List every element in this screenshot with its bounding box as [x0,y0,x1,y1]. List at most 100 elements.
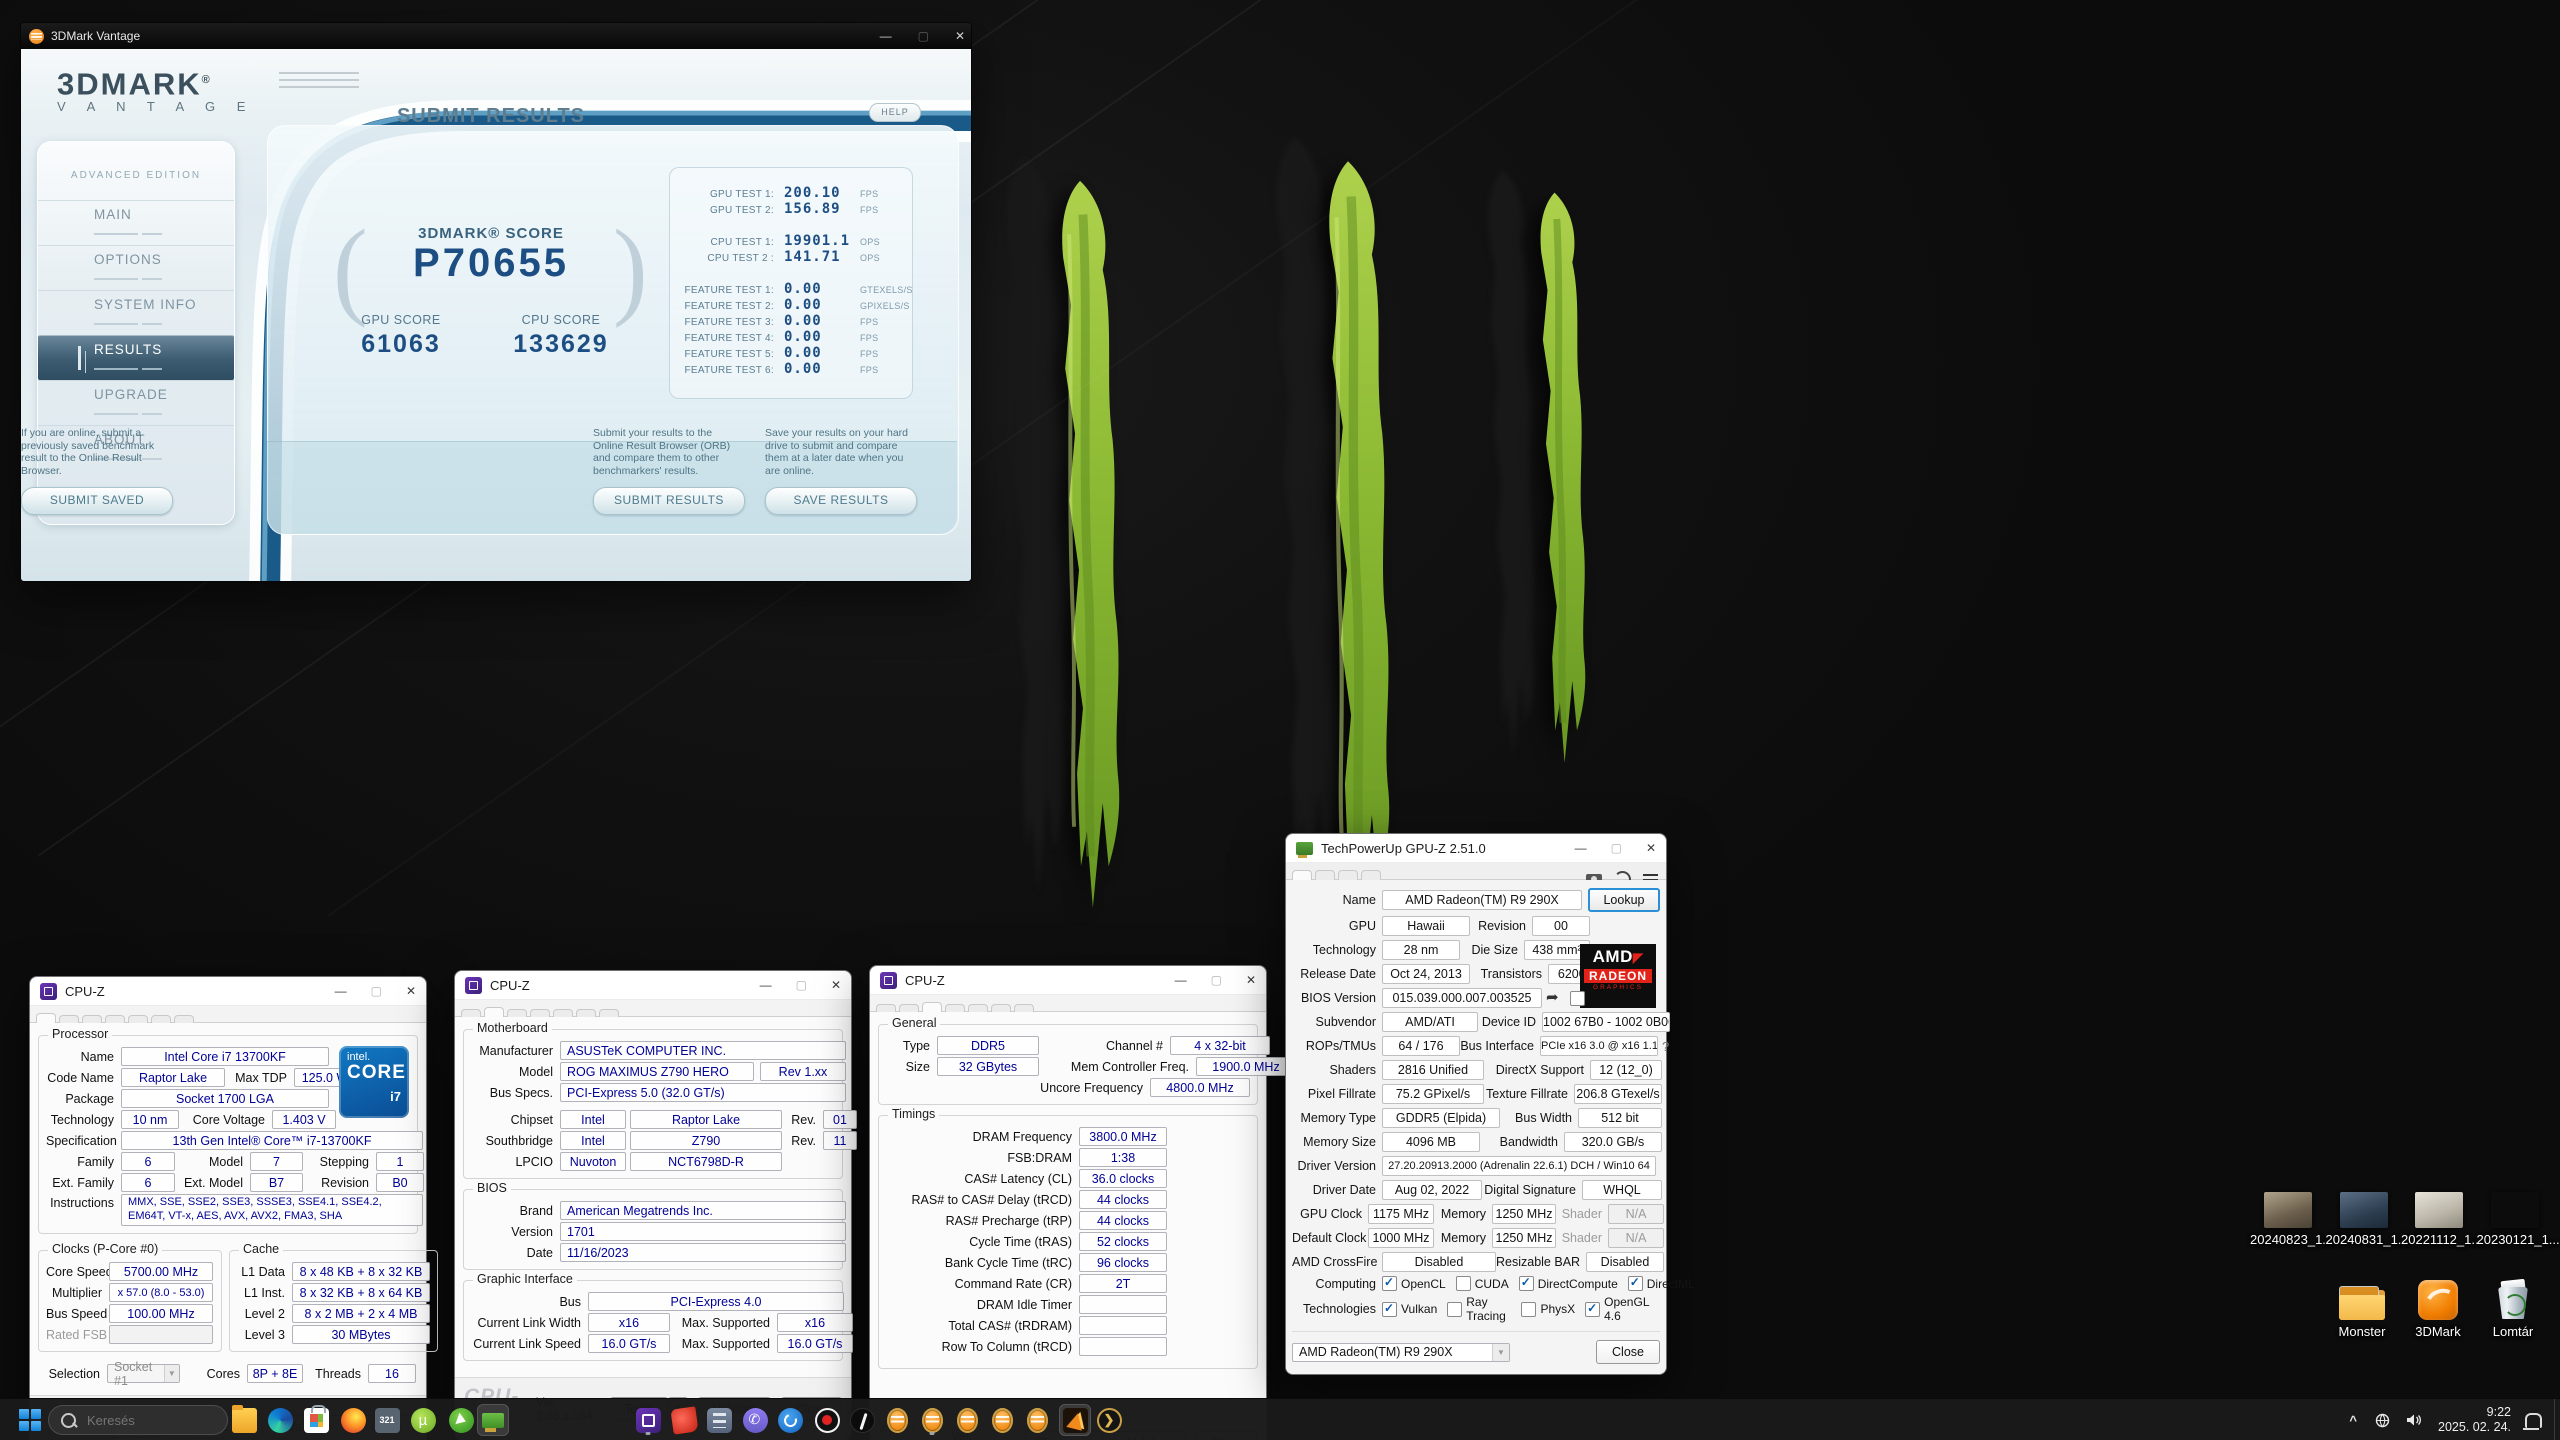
desktop-image-icon[interactable]: 20221112_1... [2401,1192,2477,1247]
tab[interactable] [151,1015,171,1023]
desktop-image-icon[interactable]: 20240831_1... [2326,1192,2402,1247]
taskbar-flame-app-running[interactable] [1059,1404,1091,1436]
taskbar-calculator[interactable] [703,1404,735,1436]
close-button[interactable]: ✕ [955,29,965,43]
taskbar-store[interactable] [300,1404,332,1436]
gpuz-titlebar[interactable]: TechPowerUp GPU-Z 2.51.0 — ▢ ✕ [1286,834,1666,863]
tab[interactable] [59,1015,79,1023]
taskbar-media-player[interactable]: 321 [371,1404,403,1436]
close-button[interactable]: Close [1596,1340,1660,1364]
desktop-recycle-bin[interactable]: Lomtár [2475,1280,2551,1339]
tab[interactable] [899,1004,919,1012]
tab[interactable] [1292,870,1312,880]
desktop-folder-monster[interactable]: Monster [2324,1282,2400,1339]
taskbar-vantage-2-running[interactable] [916,1404,948,1436]
tab[interactable] [507,1009,527,1017]
desktop-shortcut-3dmark[interactable]: 3DMark [2400,1280,2476,1339]
taskbar-blue-app[interactable] [774,1404,806,1436]
notification-bell-icon[interactable] [2525,1413,2542,1428]
computing-checkbox[interactable]: DirectML [1628,1276,1695,1291]
technology-checkbox[interactable]: OpenGL 4.6 [1585,1295,1650,1323]
tab[interactable] [36,1013,56,1023]
taskbar-edge[interactable] [264,1404,296,1436]
close-button[interactable]: ✕ [406,984,416,998]
taskbar-recorder[interactable] [811,1404,843,1436]
taskbar-red-app[interactable] [668,1404,700,1436]
computing-checkbox[interactable]: DirectCompute [1519,1276,1618,1291]
technology-checkbox[interactable]: Vulkan [1382,1295,1437,1323]
share-bios-icon[interactable] [1546,990,1566,1006]
taskbar-vantage-4[interactable] [986,1404,1018,1436]
sidebar-menu-item[interactable]: MAIN [38,200,234,245]
bus-help-icon[interactable]: ? [1662,1039,1669,1054]
taskbar-green-app[interactable] [445,1404,477,1436]
desktop-image-icon[interactable]: 20230121_1... [2477,1192,2553,1247]
taskbar-cpuz-running[interactable] [632,1404,664,1436]
taskbar-explorer[interactable] [228,1404,260,1436]
taskbar-gpuz-running[interactable] [477,1404,509,1436]
minimize-button[interactable]: — [1575,841,1587,855]
tab[interactable] [553,1009,573,1017]
close-button[interactable]: ✕ [1646,841,1656,855]
tab[interactable] [530,1009,550,1017]
taskbar-viber[interactable] [739,1404,771,1436]
minimize-button[interactable]: — [1175,973,1187,987]
tab[interactable] [1338,870,1358,880]
tab[interactable] [1014,1004,1034,1012]
lookup-button[interactable]: Lookup [1588,888,1660,912]
sidebar-menu-item[interactable]: SYSTEM INFO [38,290,234,335]
sidebar-menu-item[interactable]: RESULTS [38,335,234,380]
close-button[interactable]: ✕ [1246,973,1256,987]
cpuz-titlebar[interactable]: CPU-Z — ▢ ✕ [870,966,1266,995]
technology-checkbox[interactable]: PhysX [1521,1295,1575,1323]
taskbar-vantage-3[interactable] [951,1404,983,1436]
cpuz-titlebar[interactable]: CPU-Z — ▢ ✕ [30,977,426,1006]
taskbar-firefox[interactable] [337,1404,369,1436]
computing-checkbox[interactable]: OpenCL [1382,1276,1446,1291]
tab[interactable] [461,1009,481,1017]
panel-action-button[interactable]: SUBMIT RESULTS [593,487,745,515]
minimize-button[interactable]: — [880,29,892,43]
show-desktop-strip[interactable] [2554,1399,2560,1440]
tab[interactable] [128,1015,148,1023]
cpuz-titlebar[interactable]: CPU-Z — ▢ ✕ [455,971,851,1000]
taskbar-search[interactable] [48,1405,228,1435]
taskbar-vantage-5[interactable] [1021,1404,1053,1436]
minimize-button[interactable]: — [760,978,772,992]
desktop-image-icon[interactable]: 20240823_1... [2250,1192,2326,1247]
taskbar-utorrent[interactable]: µ [407,1404,439,1436]
maximize-button[interactable]: ▢ [918,29,929,43]
tab[interactable] [922,1002,942,1012]
search-input[interactable] [85,1412,209,1429]
tab[interactable] [1361,870,1381,880]
tab[interactable] [82,1015,102,1023]
socket-selector[interactable]: Socket #1▼ [107,1364,180,1383]
minimize-button[interactable]: — [335,984,347,998]
tab[interactable] [876,1004,896,1012]
panel-action-button[interactable]: SUBMIT SAVED [21,487,173,515]
taskbar-clock[interactable]: 9:22 2025. 02. 24. [2438,1405,2511,1435]
tab[interactable] [105,1015,125,1023]
close-button[interactable]: ✕ [831,978,841,992]
sidebar-menu-item[interactable]: OPTIONS [38,245,234,290]
start-button[interactable] [14,1404,46,1436]
tab[interactable] [1315,870,1335,880]
tab[interactable] [174,1015,194,1023]
volume-icon[interactable] [2406,1413,2422,1427]
network-icon[interactable] [2375,1413,2390,1428]
technology-checkbox[interactable]: Ray Tracing [1447,1295,1511,1323]
tab[interactable] [968,1004,988,1012]
taskbar-dark-app[interactable] [846,1404,878,1436]
computing-checkbox[interactable]: CUDA [1456,1276,1509,1291]
gpu-selector[interactable]: AMD Radeon(TM) R9 290X▼ [1292,1343,1510,1362]
vantage-titlebar[interactable]: 3DMark Vantage — ▢ ✕ [21,23,971,49]
tab[interactable] [484,1007,504,1017]
tab[interactable] [576,1009,596,1017]
help-button[interactable]: HELP [869,103,921,122]
sidebar-menu-item[interactable]: UPGRADE [38,380,234,425]
panel-action-button[interactable]: SAVE RESULTS [765,487,917,515]
taskbar-vantage-1[interactable] [881,1404,913,1436]
tab[interactable] [945,1004,965,1012]
tab[interactable] [599,1009,619,1017]
tab[interactable] [991,1004,1011,1012]
